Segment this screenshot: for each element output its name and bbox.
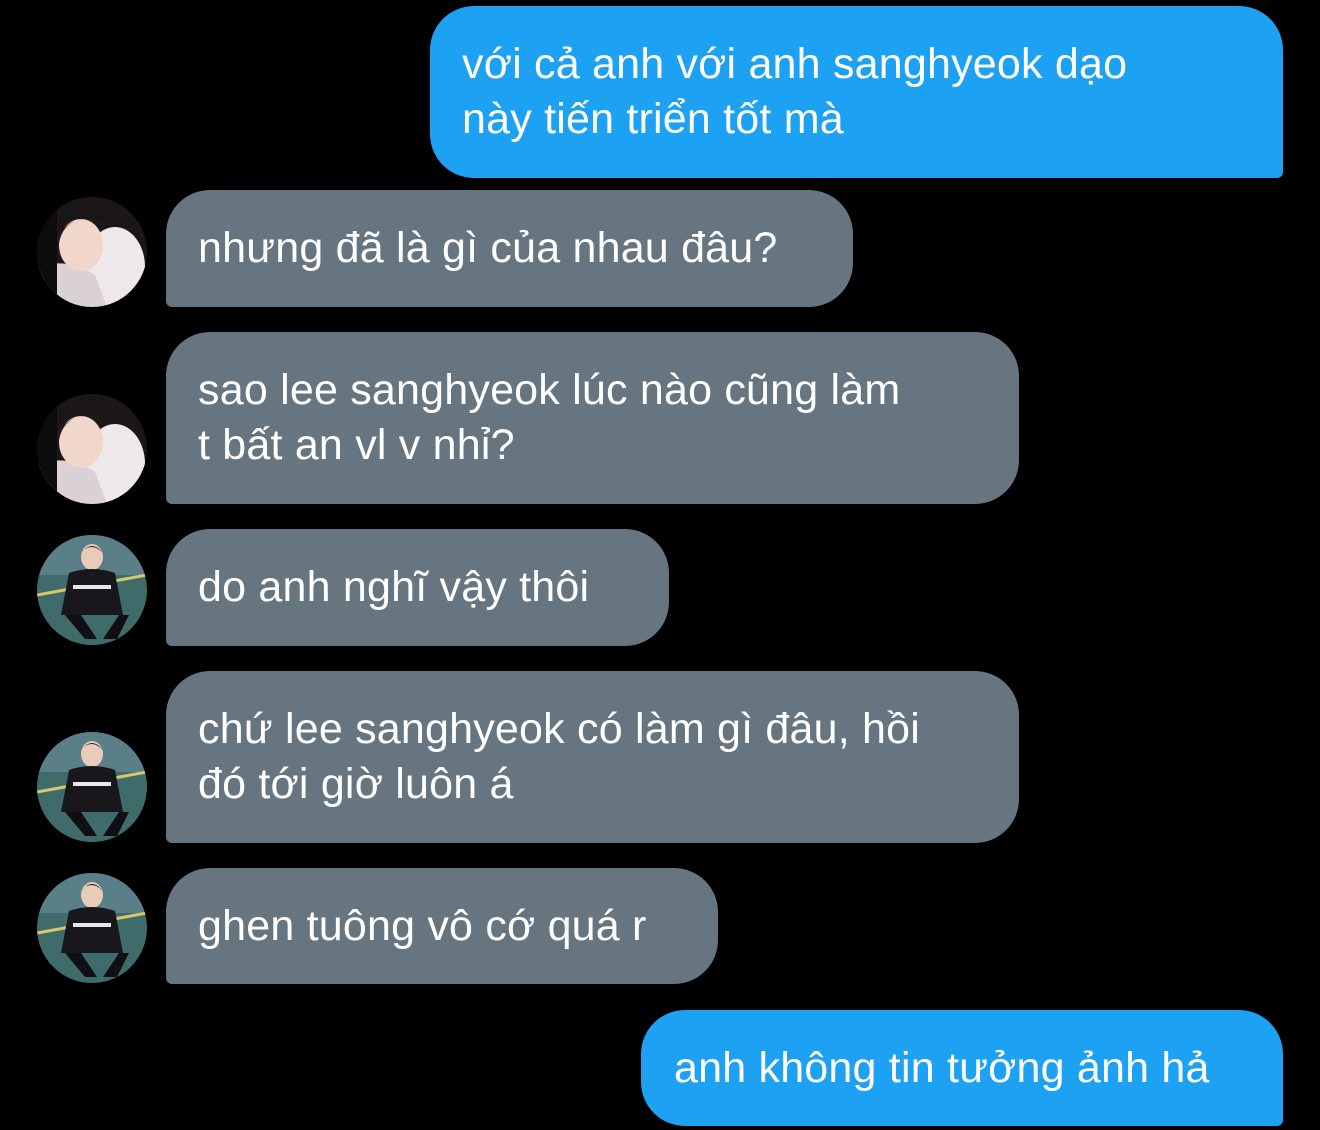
incoming-message-bubble[interactable]: chứ lee sanghyeok có làm gì đâu, hồi đó … (166, 671, 1019, 843)
avatar-photo-icon (37, 394, 147, 504)
avatar-photo-icon (37, 197, 147, 307)
sender-avatar[interactable] (37, 873, 147, 983)
avatar-photo-icon (37, 535, 147, 645)
incoming-message-bubble[interactable]: sao lee sanghyeok lúc nào cũng làm t bất… (166, 332, 1019, 504)
avatar-photo-icon (37, 732, 147, 842)
incoming-message-bubble[interactable]: do anh nghĩ vậy thôi (166, 529, 669, 646)
sender-avatar[interactable] (37, 394, 147, 504)
sender-avatar[interactable] (37, 197, 147, 307)
outgoing-message-bubble[interactable]: anh không tin tưởng ảnh hả (641, 1010, 1283, 1126)
sender-avatar[interactable] (37, 732, 147, 842)
avatar-photo-icon (37, 873, 147, 983)
sender-avatar[interactable] (37, 535, 147, 645)
incoming-message-bubble[interactable]: ghen tuông vô cớ quá r (166, 868, 718, 984)
incoming-message-bubble[interactable]: nhưng đã là gì của nhau đâu? (166, 190, 853, 307)
outgoing-message-bubble[interactable]: với cả anh với anh sanghyeok dạo này tiế… (430, 6, 1283, 178)
